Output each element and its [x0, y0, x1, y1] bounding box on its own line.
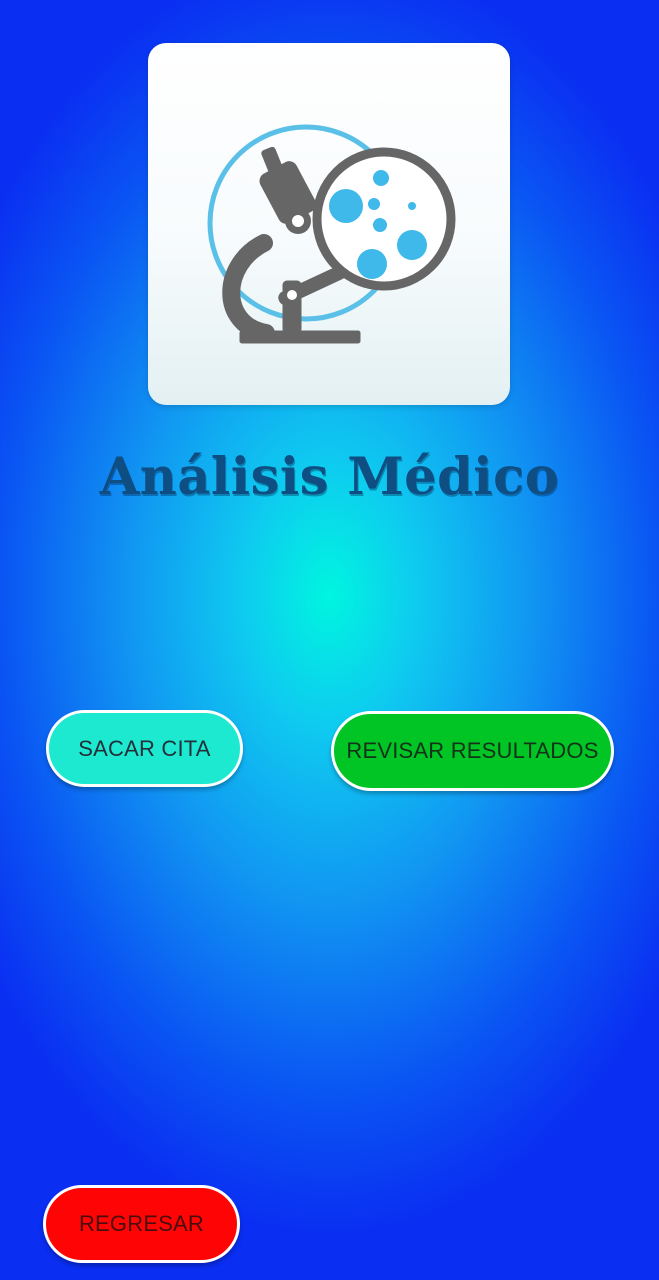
app-logo: [148, 43, 510, 405]
sacar-cita-button[interactable]: SACAR CITA: [46, 710, 243, 787]
microscope-icon: [207, 124, 456, 344]
revisar-resultados-button[interactable]: REVISAR RESULTADOS: [331, 711, 614, 791]
app-title: Análisis Médico: [99, 447, 560, 507]
regresar-button[interactable]: REGRESAR: [43, 1185, 240, 1263]
